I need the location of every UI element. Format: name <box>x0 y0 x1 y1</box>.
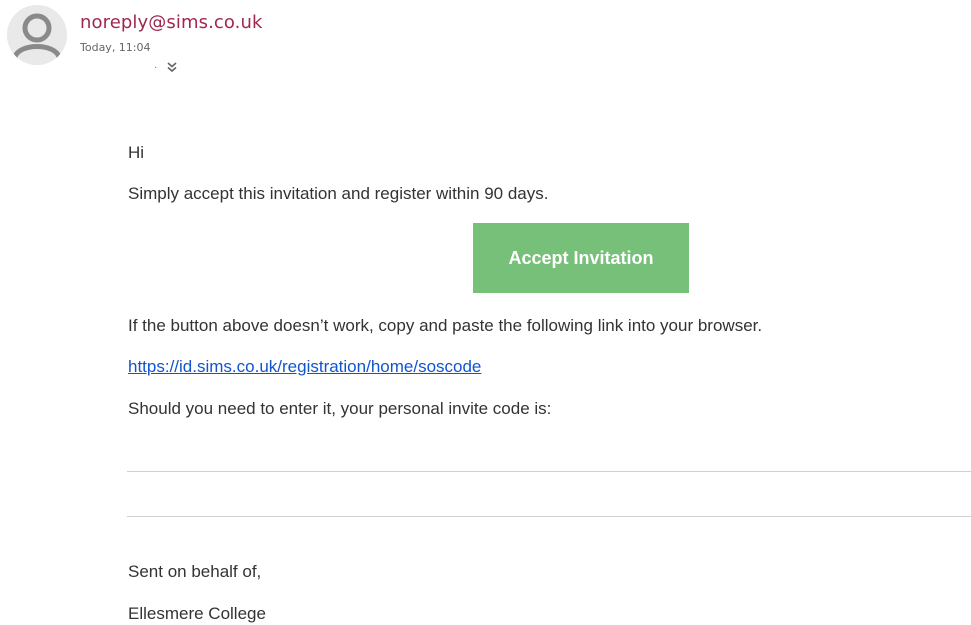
invite-code-text: Should you need to enter it, your person… <box>128 399 552 418</box>
avatar[interactable] <box>7 5 67 65</box>
divider <box>127 471 971 472</box>
divider <box>127 516 971 517</box>
email-view: noreply@sims.co.uk Today, 11:04 · Hi Sim… <box>0 0 971 625</box>
organisation-name: Ellesmere College <box>128 604 266 623</box>
intro-text: Simply accept this invitation and regist… <box>128 184 549 203</box>
signoff-text: Sent on behalf of, <box>128 562 262 581</box>
greeting: Hi <box>128 143 145 162</box>
fallback-text: If the button above doesn’t work, copy a… <box>128 316 763 335</box>
recipient-separator: · <box>154 62 158 73</box>
double-chevron-down-icon[interactable] <box>165 60 179 74</box>
registration-link[interactable]: https://id.sims.co.uk/registration/home/… <box>128 357 481 377</box>
sender-address[interactable]: noreply@sims.co.uk <box>80 12 263 33</box>
user-silhouette-icon <box>7 5 67 65</box>
accept-invitation-button[interactable]: Accept Invitation <box>473 223 689 293</box>
received-date: Today, 11:04 <box>80 41 151 54</box>
